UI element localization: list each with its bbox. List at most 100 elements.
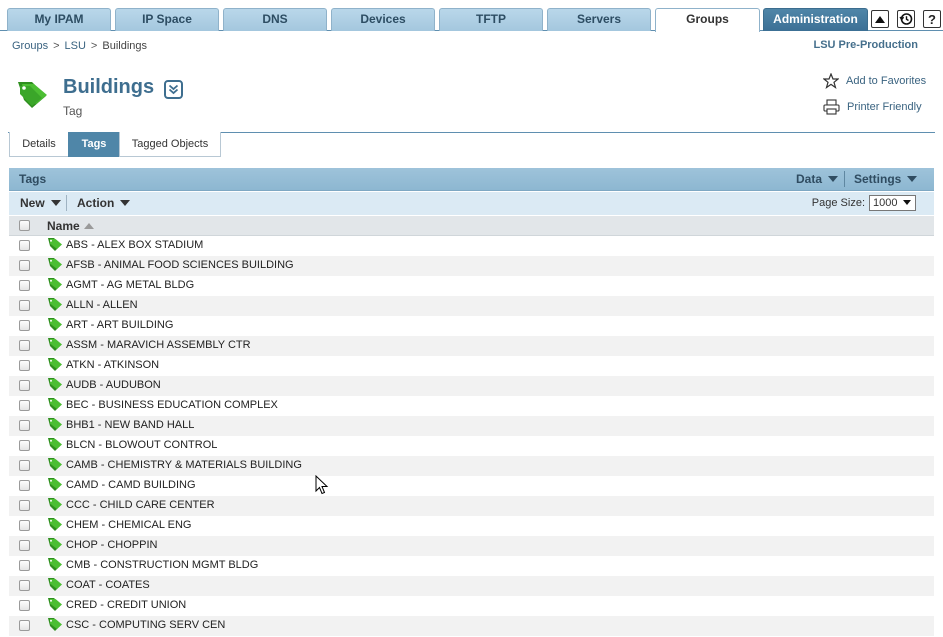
new-menu-button[interactable]: New <box>20 196 61 210</box>
table-row[interactable]: CCC - CHILD CARE CENTER <box>9 496 934 516</box>
tab-devices[interactable]: Devices <box>331 8 435 31</box>
subtab-details[interactable]: Details <box>9 132 69 157</box>
table-row[interactable]: ABS - ALEX BOX STADIUM <box>9 236 934 256</box>
row-checkbox[interactable] <box>19 360 30 371</box>
tab-my-ipam[interactable]: My IPAM <box>7 8 111 31</box>
row-checkbox[interactable] <box>19 620 30 631</box>
printer-friendly-link[interactable]: Printer Friendly <box>823 99 922 115</box>
table-row[interactable]: BLCN - BLOWOUT CONTROL <box>9 436 934 456</box>
tab-groups[interactable]: Groups <box>655 8 760 32</box>
row-checkbox[interactable] <box>19 480 30 491</box>
row-checkbox[interactable] <box>19 540 30 551</box>
row-checkbox[interactable] <box>19 240 30 251</box>
printer-icon <box>823 99 840 115</box>
tag-icon <box>47 317 63 335</box>
tag-name-link[interactable]: BHB1 - NEW BAND HALL <box>66 419 194 431</box>
table-row[interactable]: CMB - CONSTRUCTION MGMT BLDG <box>9 556 934 576</box>
tab-ip-space[interactable]: IP Space <box>115 8 219 31</box>
row-checkbox[interactable] <box>19 260 30 271</box>
table-row[interactable]: BHB1 - NEW BAND HALL <box>9 416 934 436</box>
table-row[interactable]: ATKN - ATKINSON <box>9 356 934 376</box>
expand-details-button[interactable] <box>164 80 183 99</box>
tag-icon <box>47 517 63 535</box>
tab-servers[interactable]: Servers <box>547 8 651 31</box>
table-row[interactable]: CAMB - CHEMISTRY & MATERIALS BUILDING <box>9 456 934 476</box>
table-row[interactable]: AFSB - ANIMAL FOOD SCIENCES BUILDING <box>9 256 934 276</box>
tag-name-link[interactable]: AFSB - ANIMAL FOOD SCIENCES BUILDING <box>66 259 294 271</box>
row-checkbox[interactable] <box>19 280 30 291</box>
tab-tftp[interactable]: TFTP <box>439 8 543 31</box>
row-checkbox[interactable] <box>19 520 30 531</box>
breadcrumb-lsu[interactable]: LSU <box>65 40 86 52</box>
tab-dns[interactable]: DNS <box>223 8 327 31</box>
row-checkbox[interactable] <box>19 500 30 511</box>
row-checkbox[interactable] <box>19 420 30 431</box>
tag-icon <box>47 377 63 395</box>
row-checkbox[interactable] <box>19 300 30 311</box>
table-row[interactable]: COAT - COATES <box>9 576 934 596</box>
row-checkbox[interactable] <box>19 340 30 351</box>
page-size-control: Page Size: 1000 <box>812 195 916 211</box>
tag-name-link[interactable]: BLCN - BLOWOUT CONTROL <box>66 439 217 451</box>
table-row[interactable]: AUDB - AUDUBON <box>9 376 934 396</box>
tag-name-link[interactable]: CHOP - CHOPPIN <box>66 539 157 551</box>
table-row[interactable]: CAMD - CAMD BUILDING <box>9 476 934 496</box>
add-to-favorites-link[interactable]: Add to Favorites <box>823 73 926 89</box>
help-button[interactable]: ? <box>923 10 941 28</box>
select-all-checkbox[interactable] <box>19 220 30 231</box>
breadcrumb-groups[interactable]: Groups <box>12 40 48 52</box>
table-row[interactable]: CRED - CREDIT UNION <box>9 596 934 616</box>
tag-name-link[interactable]: CSC - COMPUTING SERV CEN <box>66 619 225 631</box>
star-icon <box>823 73 839 89</box>
tag-name-link[interactable]: ART - ART BUILDING <box>66 319 173 331</box>
data-menu-label: Data <box>796 172 823 186</box>
tag-name-link[interactable]: ABS - ALEX BOX STADIUM <box>66 239 203 251</box>
row-checkbox[interactable] <box>19 560 30 571</box>
table-row[interactable]: ASSM - MARAVICH ASSEMBLY CTR <box>9 336 934 356</box>
tag-name-link[interactable]: ALLN - ALLEN <box>66 299 138 311</box>
caret-down-icon <box>50 200 61 206</box>
table-row[interactable]: CHEM - CHEMICAL ENG <box>9 516 934 536</box>
tab-administration[interactable]: Administration <box>763 8 868 31</box>
tag-icon <box>47 457 63 475</box>
row-checkbox[interactable] <box>19 400 30 411</box>
row-checkbox[interactable] <box>19 600 30 611</box>
tag-name-link[interactable]: ASSM - MARAVICH ASSEMBLY CTR <box>66 339 251 351</box>
row-checkbox[interactable] <box>19 580 30 591</box>
table-row[interactable]: BEC - BUSINESS EDUCATION COMPLEX <box>9 396 934 416</box>
tag-icon <box>47 497 63 515</box>
table-row[interactable]: ALLN - ALLEN <box>9 296 934 316</box>
tag-name-link[interactable]: COAT - COATES <box>66 579 150 591</box>
action-menu-button[interactable]: Action <box>77 196 131 210</box>
tag-name-link[interactable]: CCC - CHILD CARE CENTER <box>66 499 215 511</box>
table-row[interactable]: ART - ART BUILDING <box>9 316 934 336</box>
row-checkbox[interactable] <box>19 380 30 391</box>
tag-icon <box>47 337 63 355</box>
tag-icon <box>47 477 63 495</box>
tag-name-link[interactable]: CRED - CREDIT UNION <box>66 599 186 611</box>
collapse-header-button[interactable] <box>871 10 889 28</box>
settings-menu[interactable]: Settings <box>854 172 918 186</box>
table-row[interactable]: CHOP - CHOPPIN <box>9 536 934 556</box>
row-checkbox[interactable] <box>19 440 30 451</box>
data-menu[interactable]: Data <box>796 172 839 186</box>
tag-name-link[interactable]: BEC - BUSINESS EDUCATION COMPLEX <box>66 399 278 411</box>
tag-name-link[interactable]: CAMD - CAMD BUILDING <box>66 479 196 491</box>
caret-down-icon <box>907 176 918 182</box>
subtab-tagged-objects[interactable]: Tagged Objects <box>119 132 221 157</box>
row-checkbox[interactable] <box>19 460 30 471</box>
history-icon <box>899 13 913 25</box>
page-size-select[interactable]: 1000 <box>869 195 916 211</box>
row-checkbox[interactable] <box>19 320 30 331</box>
tag-name-link[interactable]: AGMT - AG METAL BLDG <box>66 279 194 291</box>
subtab-tags[interactable]: Tags <box>68 132 120 157</box>
tag-name-link[interactable]: ATKN - ATKINSON <box>66 359 159 371</box>
tag-name-link[interactable]: AUDB - AUDUBON <box>66 379 161 391</box>
tag-name-link[interactable]: CMB - CONSTRUCTION MGMT BLDG <box>66 559 258 571</box>
history-button[interactable] <box>897 10 915 28</box>
table-row[interactable]: CSC - COMPUTING SERV CEN <box>9 616 934 636</box>
tag-name-link[interactable]: CAMB - CHEMISTRY & MATERIALS BUILDING <box>66 459 302 471</box>
name-column-header[interactable]: Name <box>47 219 94 233</box>
tag-name-link[interactable]: CHEM - CHEMICAL ENG <box>66 519 192 531</box>
table-row[interactable]: AGMT - AG METAL BLDG <box>9 276 934 296</box>
